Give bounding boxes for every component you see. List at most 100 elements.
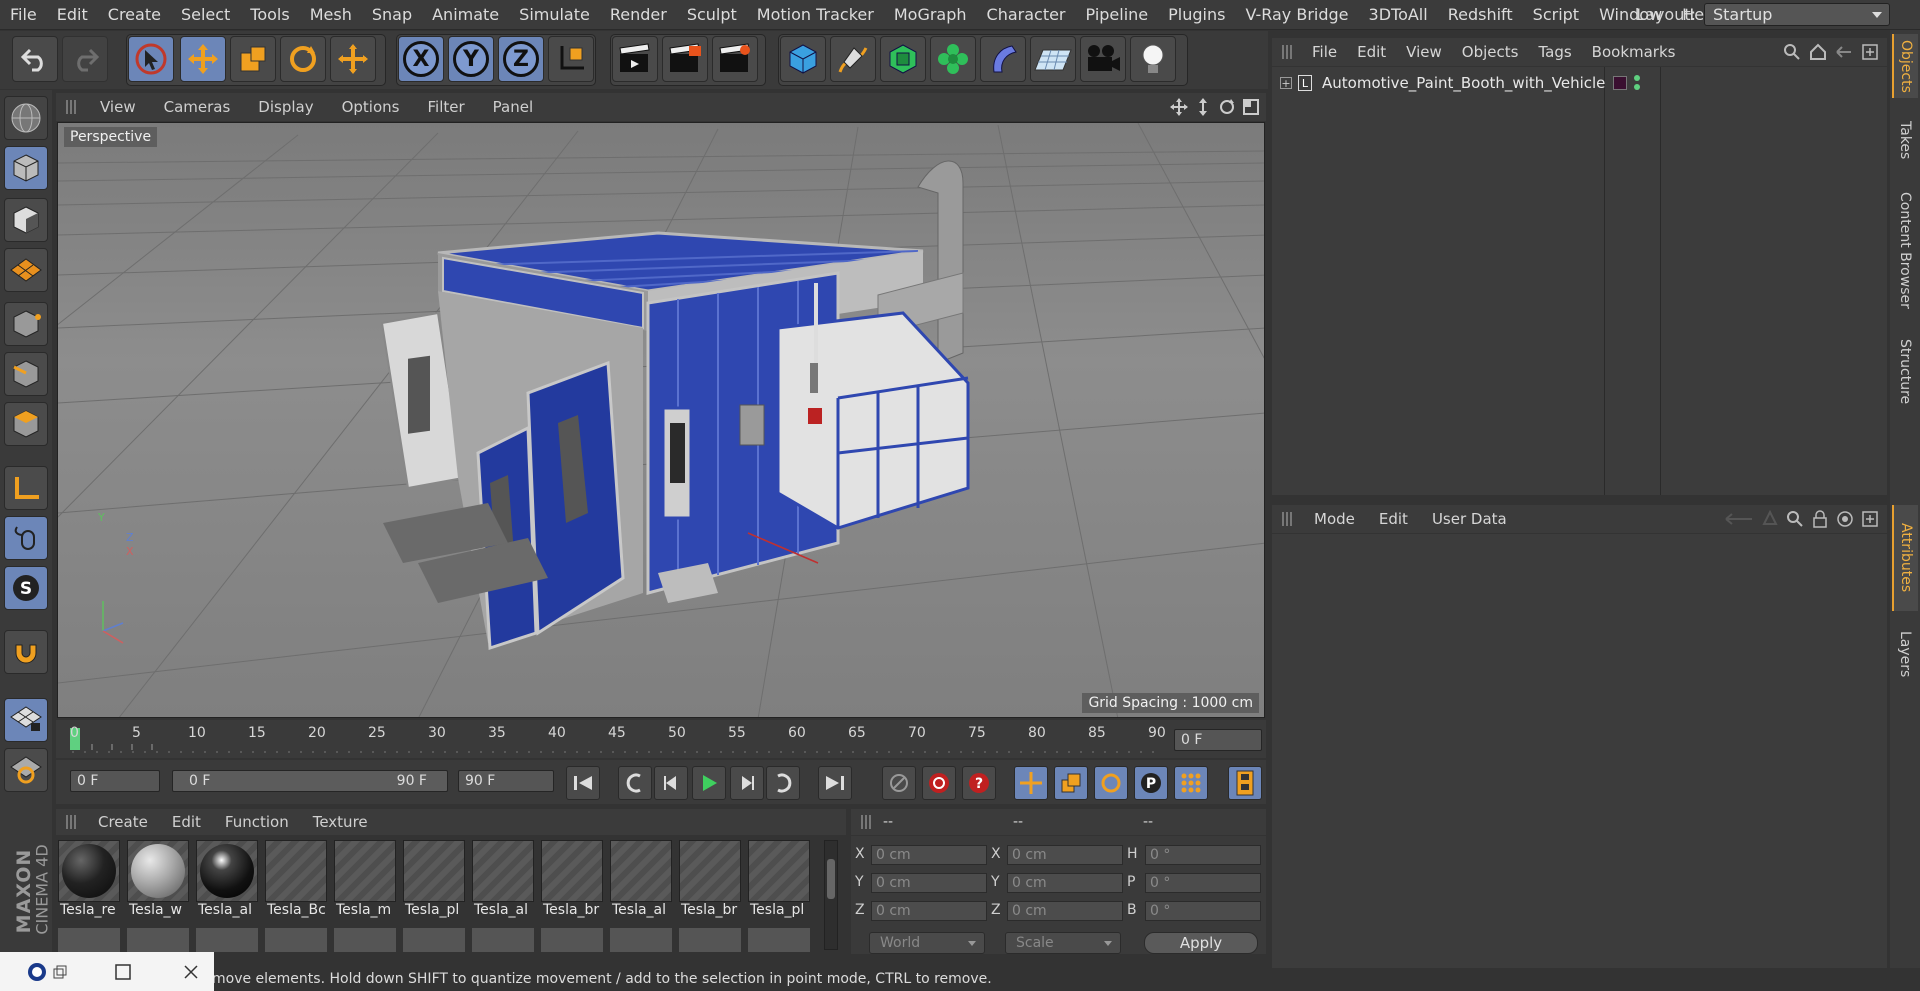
- key-scale-button[interactable]: [1054, 766, 1088, 800]
- menu-snap[interactable]: Snap: [362, 5, 422, 24]
- viewport-menu-cameras[interactable]: Cameras: [150, 98, 245, 116]
- start-frame-field[interactable]: 0 F: [70, 770, 160, 792]
- menu-pipeline[interactable]: Pipeline: [1076, 5, 1159, 24]
- next-frame-button[interactable]: [730, 766, 764, 800]
- autokey-button[interactable]: [922, 766, 956, 800]
- rotate-tool-button[interactable]: [280, 36, 326, 82]
- menu-render[interactable]: Render: [600, 5, 677, 24]
- material-item[interactable]: Tesla_al: [196, 840, 260, 924]
- subdivision-button[interactable]: [880, 36, 926, 82]
- menu-vray-bridge[interactable]: V-Ray Bridge: [1235, 5, 1358, 24]
- orbit-icon[interactable]: [1218, 98, 1236, 116]
- target-icon[interactable]: [1836, 510, 1854, 528]
- key-pla-button[interactable]: [1174, 766, 1208, 800]
- menu-mograph[interactable]: MoGraph: [884, 5, 977, 24]
- pan-icon[interactable]: [1170, 98, 1188, 116]
- menu-edit[interactable]: Edit: [47, 5, 98, 24]
- menu-motion-tracker[interactable]: Motion Tracker: [747, 5, 884, 24]
- end-frame-field[interactable]: 90 F: [458, 770, 554, 792]
- material-item[interactable]: Tesla_pl: [748, 840, 812, 924]
- render-settings-button[interactable]: [712, 36, 758, 82]
- menu-redshift[interactable]: Redshift: [1438, 5, 1523, 24]
- material-item[interactable]: Tesla_m: [334, 840, 398, 924]
- texture-mode-button[interactable]: [4, 198, 48, 242]
- viewport-menu-filter[interactable]: Filter: [413, 98, 478, 116]
- material-menu-function[interactable]: Function: [213, 813, 301, 831]
- menu-create[interactable]: Create: [98, 5, 171, 24]
- snap-button[interactable]: [4, 630, 48, 674]
- keyframe-selection-button[interactable]: ?: [962, 766, 996, 800]
- tab-attributes[interactable]: Attributes: [1892, 505, 1918, 611]
- search-icon[interactable]: [1783, 43, 1801, 61]
- attributes-menu-edit[interactable]: Edit: [1367, 510, 1420, 528]
- cinema4d-app-icon[interactable]: [26, 961, 48, 983]
- back-arrow-icon[interactable]: [1835, 43, 1853, 61]
- key-rotation-button[interactable]: [1094, 766, 1128, 800]
- home-icon[interactable]: [1809, 43, 1827, 61]
- attributes-menu-user-data[interactable]: User Data: [1420, 510, 1519, 528]
- redo-button[interactable]: [62, 36, 108, 82]
- object-row[interactable]: + L Automotive_Paint_Booth_with_Vehicle: [1272, 72, 1887, 94]
- perspective-viewport[interactable]: Perspective Y Z X Grid Spacing : 1000 cm: [57, 122, 1265, 718]
- rotation-b-field[interactable]: 0 °: [1145, 901, 1261, 921]
- new-panel-icon[interactable]: [1861, 510, 1879, 528]
- viewport-camera-label[interactable]: Perspective: [64, 127, 158, 147]
- undo-button[interactable]: [12, 36, 58, 82]
- menu-mesh[interactable]: Mesh: [300, 5, 362, 24]
- material-item[interactable]: Tesla_Bc: [265, 840, 329, 924]
- record-keys-button[interactable]: [882, 766, 916, 800]
- expand-plus-icon[interactable]: +: [1280, 77, 1292, 90]
- model-mode-button[interactable]: [4, 146, 48, 190]
- previous-frame-button[interactable]: [654, 766, 688, 800]
- workplane-mode-button[interactable]: [4, 248, 48, 292]
- deformer-button[interactable]: [980, 36, 1026, 82]
- menu-sculpt[interactable]: Sculpt: [677, 5, 747, 24]
- go-to-end-button[interactable]: [818, 766, 852, 800]
- material-item[interactable]: Tesla_br: [679, 840, 743, 924]
- menu-select[interactable]: Select: [171, 5, 240, 24]
- object-name[interactable]: Automotive_Paint_Booth_with_Vehicle: [1322, 74, 1605, 92]
- next-key-button[interactable]: [766, 766, 800, 800]
- timeline-ruler[interactable]: 0 5 10 15 20 25 30 35 40 45 50 55 60 65 …: [56, 720, 1266, 758]
- material-item[interactable]: Tesla_al: [472, 840, 536, 924]
- material-scrollbar[interactable]: [824, 840, 838, 950]
- lock-icon[interactable]: [1811, 510, 1829, 528]
- solo-button[interactable]: S: [4, 566, 48, 610]
- y-axis-button[interactable]: Y: [448, 36, 494, 82]
- close-icon[interactable]: [182, 963, 200, 981]
- objects-menu-tags[interactable]: Tags: [1528, 43, 1581, 61]
- restore-window-icon[interactable]: [52, 964, 68, 980]
- search-icon[interactable]: [1786, 510, 1804, 528]
- menu-file[interactable]: File: [0, 5, 47, 24]
- material-item[interactable]: Tesla_al: [610, 840, 674, 924]
- frame-range-slider[interactable]: 0 F 90 F: [172, 770, 448, 792]
- menu-simulate[interactable]: Simulate: [509, 5, 600, 24]
- up-arrow-icon[interactable]: [1761, 510, 1779, 528]
- scrollbar-thumb[interactable]: [827, 859, 835, 899]
- select-tool-button[interactable]: [128, 36, 174, 82]
- menu-animate[interactable]: Animate: [422, 5, 509, 24]
- material-item[interactable]: Tesla_w: [127, 840, 191, 924]
- material-menu-edit[interactable]: Edit: [160, 813, 213, 831]
- tab-takes[interactable]: Takes: [1892, 110, 1918, 170]
- attributes-menu-mode[interactable]: Mode: [1302, 510, 1367, 528]
- visibility-dots-icon[interactable]: [1634, 74, 1640, 92]
- position-z-field[interactable]: 0 cm: [871, 901, 987, 921]
- material-menu-create[interactable]: Create: [86, 813, 160, 831]
- viewport-menu-view[interactable]: View: [86, 98, 150, 116]
- layout-select[interactable]: Startup: [1704, 3, 1890, 26]
- panel-grip-icon[interactable]: [66, 815, 78, 829]
- rotation-p-field[interactable]: 0 °: [1145, 873, 1261, 893]
- menu-character[interactable]: Character: [977, 5, 1076, 24]
- play-button[interactable]: [692, 766, 726, 800]
- apply-button[interactable]: Apply: [1144, 932, 1258, 954]
- objects-menu-edit[interactable]: Edit: [1347, 43, 1396, 61]
- key-parameter-button[interactable]: P: [1134, 766, 1168, 800]
- rotation-h-field[interactable]: 0 °: [1145, 845, 1261, 865]
- material-menu-texture[interactable]: Texture: [301, 813, 380, 831]
- menu-tools[interactable]: Tools: [240, 5, 299, 24]
- material-item[interactable]: Tesla_re: [58, 840, 122, 924]
- live-selection-button[interactable]: [330, 36, 376, 82]
- back-arrow-icon[interactable]: [1724, 510, 1754, 528]
- material-item[interactable]: Tesla_br: [541, 840, 605, 924]
